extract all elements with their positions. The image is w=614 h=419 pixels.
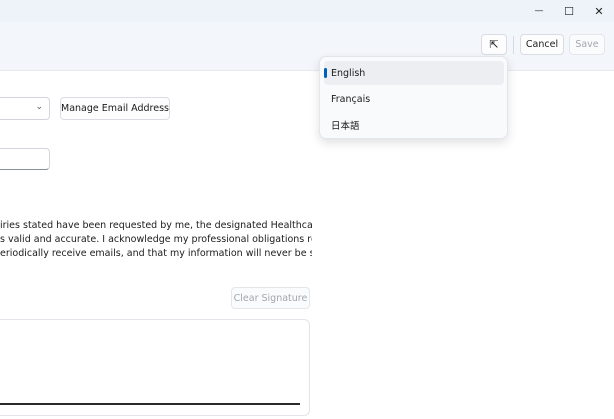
title-bar: — ☐ ✕ [0, 0, 614, 22]
text-input[interactable] [0, 148, 50, 170]
close-icon: ✕ [594, 4, 604, 18]
clear-signature-button[interactable]: Clear Signature [231, 287, 310, 309]
signature-pad[interactable] [0, 319, 310, 416]
cancel-button[interactable]: Cancel [520, 34, 564, 55]
consent-line: s valid and accurate. I acknowledge my p… [0, 234, 312, 245]
language-option-label: English [331, 67, 366, 79]
selection-indicator [324, 68, 327, 78]
minimize-button[interactable]: — [524, 0, 554, 22]
email-dropdown[interactable]: ⌄ [0, 97, 50, 120]
language-option-label: Français [331, 93, 371, 105]
minimize-icon: — [534, 6, 544, 16]
toolbar-divider [513, 36, 514, 54]
collapse-icon: ⇱ [489, 38, 499, 51]
collapse-button[interactable]: ⇱ [481, 34, 507, 55]
consent-line: iries stated have been requested by me, … [0, 220, 312, 231]
close-window-button[interactable]: ✕ [584, 0, 614, 22]
maximize-button[interactable]: ☐ [554, 0, 584, 22]
language-option-french[interactable]: Français [324, 87, 504, 111]
language-option-label: 日本語 [331, 121, 360, 132]
chevron-down-icon: ⌄ [35, 102, 43, 112]
language-menu: English Français 日本語 [319, 56, 508, 139]
language-option-japanese[interactable]: 日本語 [324, 113, 504, 137]
maximize-icon: ☐ [564, 4, 574, 18]
save-button[interactable]: Save [569, 34, 605, 55]
manage-email-button[interactable]: Manage Email Address [60, 97, 170, 120]
consent-paragraph: iries stated have been requested by me, … [0, 219, 312, 261]
signature-line [0, 403, 300, 405]
consent-line: eriodically receive emails, and that my … [0, 248, 312, 259]
language-option-english[interactable]: English [324, 61, 504, 85]
